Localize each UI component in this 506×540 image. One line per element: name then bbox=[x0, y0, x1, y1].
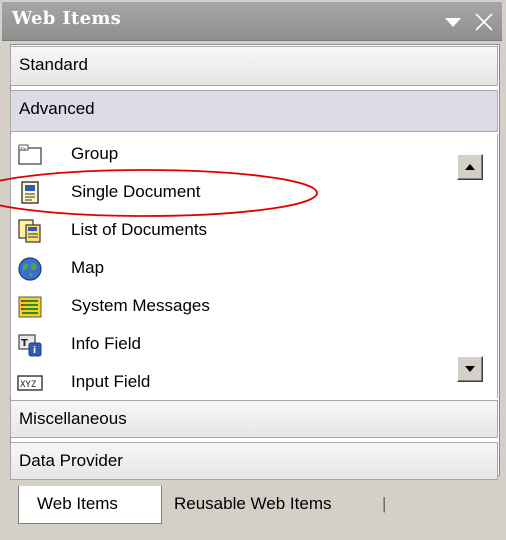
tab-web-items[interactable]: Web Items bbox=[18, 486, 162, 524]
tab-separator: | bbox=[382, 494, 387, 513]
highlight-ellipse bbox=[0, 169, 318, 217]
title-bar: Web Items bbox=[2, 2, 502, 41]
list-item-system-messages[interactable]: System Messages bbox=[11, 290, 451, 326]
dropdown-triangle-icon[interactable] bbox=[442, 14, 464, 30]
scroll-up-arrow-icon bbox=[465, 164, 475, 170]
svg-text:T: T bbox=[21, 338, 28, 349]
system-messages-icon bbox=[18, 296, 42, 318]
svg-text:XYZ: XYZ bbox=[20, 380, 37, 390]
category-data-provider-label: Data Provider bbox=[19, 451, 123, 470]
category-advanced[interactable]: Advanced bbox=[10, 90, 498, 132]
close-icon[interactable] bbox=[472, 10, 496, 34]
group-icon: xy bbox=[18, 144, 42, 165]
list-item-label: Map bbox=[71, 258, 105, 277]
list-item-map[interactable]: Map bbox=[11, 252, 451, 288]
tab-strip: Web Items Reusable Web Items | bbox=[10, 486, 498, 530]
scroll-up-button[interactable] bbox=[457, 154, 483, 180]
list-item-label: Info Field bbox=[71, 334, 141, 353]
panel-title: Web Items bbox=[12, 8, 122, 29]
category-standard-label: Standard bbox=[19, 55, 88, 74]
list-item-label: System Messages bbox=[71, 296, 210, 315]
info-field-icon: T i bbox=[18, 334, 42, 357]
list-item-input-field[interactable]: XYZ Input Field bbox=[11, 366, 451, 402]
category-miscellaneous-label: Miscellaneous bbox=[19, 409, 127, 428]
svg-text:i: i bbox=[33, 346, 36, 356]
category-miscellaneous[interactable]: Miscellaneous bbox=[10, 400, 498, 438]
web-items-panel: Web Items Standard Advanced xy Group Sin… bbox=[0, 0, 506, 540]
category-standard[interactable]: Standard bbox=[10, 46, 498, 86]
list-item-label: List of Documents bbox=[71, 220, 208, 239]
list-item-list-of-documents[interactable]: List of Documents bbox=[11, 214, 451, 250]
category-advanced-label: Advanced bbox=[19, 99, 95, 118]
list-item-label: Group bbox=[71, 144, 119, 163]
tab-reusable-web-items[interactable]: Reusable Web Items | bbox=[162, 486, 402, 524]
svg-text:xy: xy bbox=[20, 146, 26, 152]
list-item-info-field[interactable]: T i Info Field bbox=[11, 328, 451, 364]
tab-reusable-web-items-label: Reusable Web Items bbox=[174, 494, 332, 513]
scroll-down-arrow-icon bbox=[465, 366, 475, 372]
tab-web-items-label: Web Items bbox=[37, 494, 118, 513]
category-data-provider[interactable]: Data Provider bbox=[10, 442, 498, 480]
list-of-documents-icon bbox=[18, 219, 41, 243]
map-icon bbox=[18, 257, 42, 281]
scroll-down-button[interactable] bbox=[457, 356, 483, 382]
list-item-label: Input Field bbox=[71, 372, 151, 391]
input-field-icon: XYZ bbox=[17, 375, 43, 391]
